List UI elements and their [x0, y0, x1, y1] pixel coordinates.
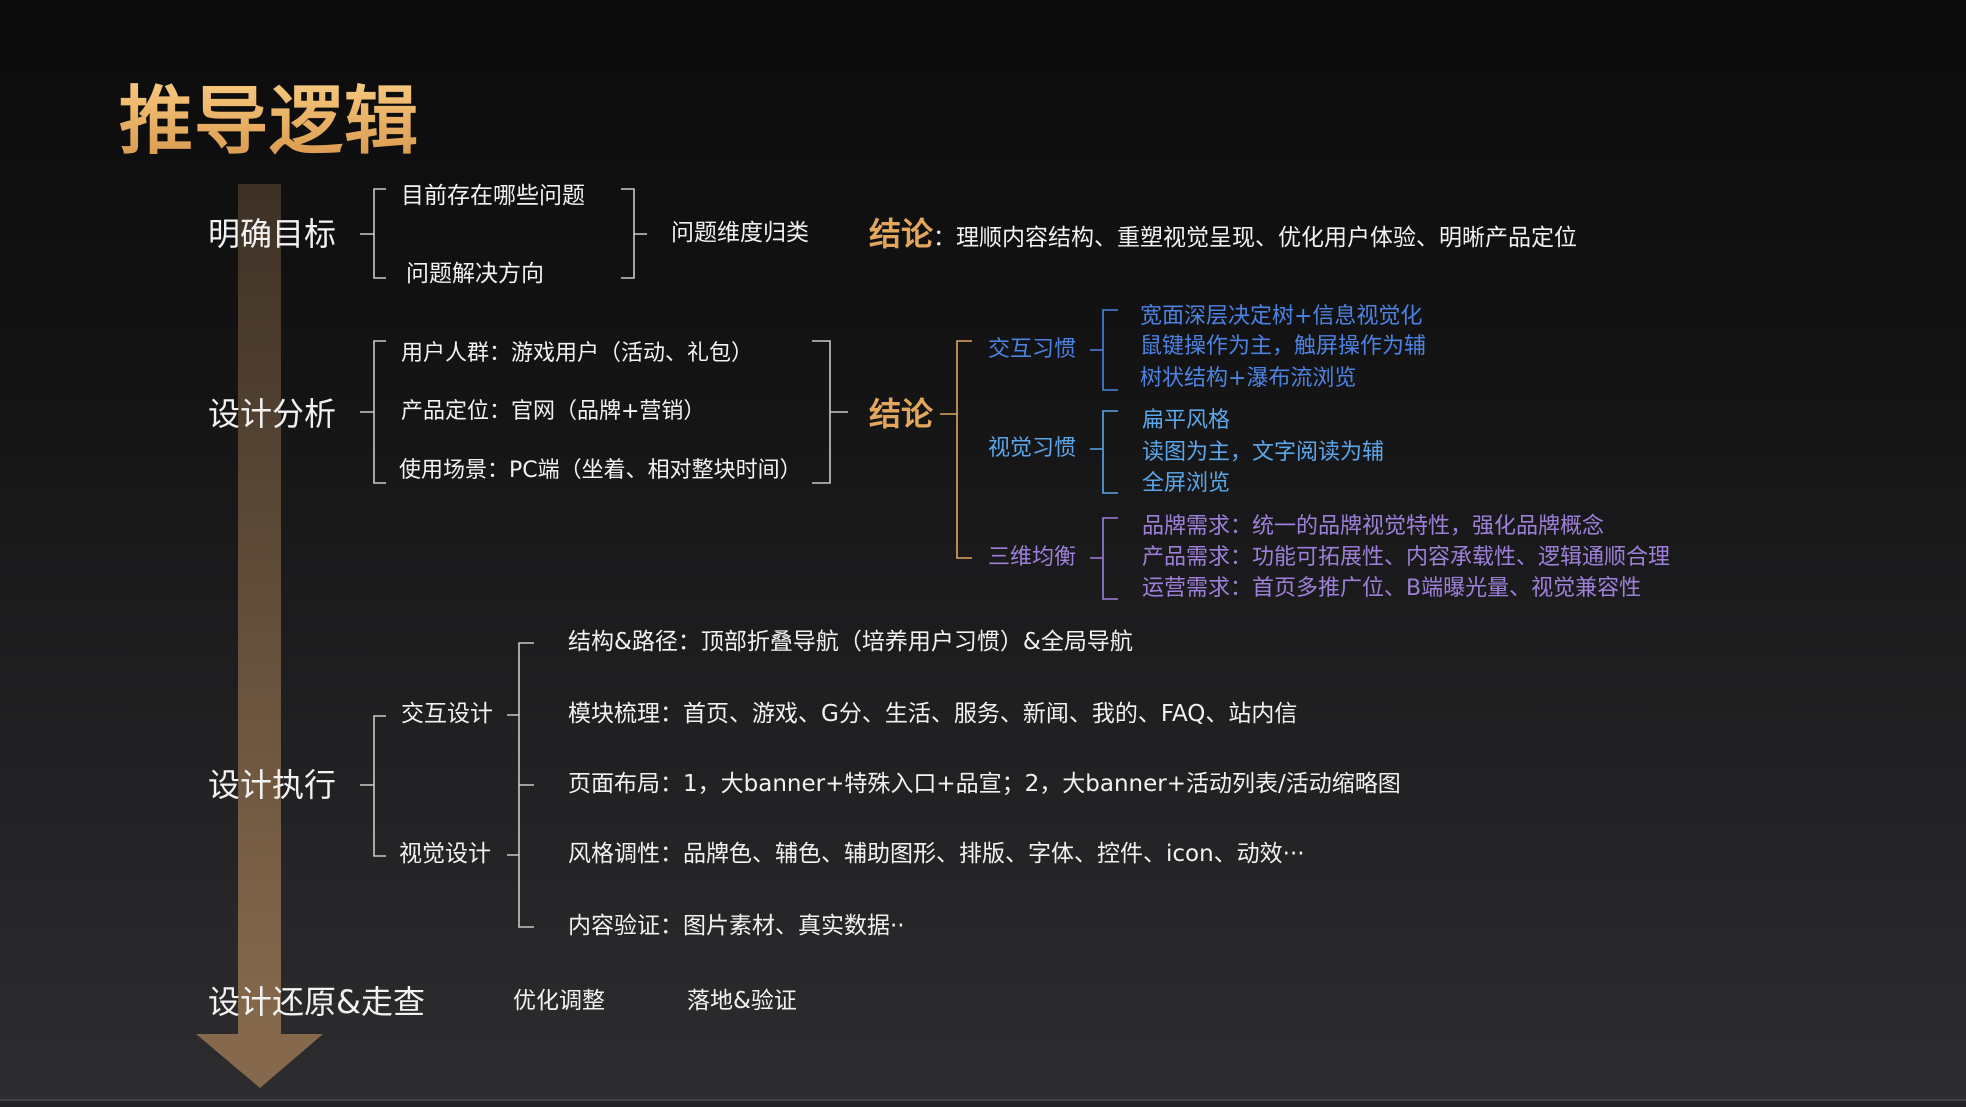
execution-item-module-sorting: 模块梳理：首页、游戏、G分、生活、服务、新闻、我的、FAQ、站内信 [568, 701, 1298, 728]
execution-item-content-validation: 内容验证：图片素材、真实数据·· [568, 913, 905, 940]
goal-right-bracket [621, 188, 647, 279]
flow-arrow-shaft [238, 184, 281, 1034]
step-heading-restore-review: 设计还原&走查 [208, 982, 425, 1021]
interaction-habit-bracket [1090, 309, 1118, 391]
analysis-factor-user-group: 用户人群：游戏用户（活动、礼包） [401, 340, 754, 366]
visual-habit-item: 扁平风格 [1142, 407, 1231, 433]
slide: 推导逻辑 明确目标 目前存在哪些问题 问题解决方向 问题维度归类 结论：理顺内容… [0, 0, 1966, 1107]
interaction-habit-item: 鼠键操作为主，触屏操作为辅 [1140, 333, 1427, 359]
goal-conclusion-text: 理顺内容结构、重塑视觉呈现、优化用户体验、明晰产品定位 [956, 224, 1578, 251]
goal-question-current-problems: 目前存在哪些问题 [401, 183, 585, 210]
step-heading-design-analysis: 设计分析 [208, 394, 337, 433]
execution-item-structure-path: 结构&路径：顶部折叠导航（培养用户习惯）&全局导航 [568, 629, 1133, 656]
three-dimension-bracket [1090, 517, 1118, 600]
execution-left-bracket [360, 715, 386, 857]
visual-habit-bracket [1090, 410, 1118, 494]
analysis-factor-product-position: 产品定位：官网（品牌+营销） [401, 398, 706, 424]
goal-conclusion: 结论：理顺内容结构、重塑视觉呈现、优化用户体验、明晰产品定位 [869, 215, 1577, 253]
flow-arrow-head [196, 1034, 323, 1088]
visual-habit-item: 读图为主，文字阅读为辅 [1142, 439, 1385, 465]
review-step-optimize: 优化调整 [513, 988, 605, 1015]
bottom-edge-strip [0, 1101, 1966, 1107]
group-label-interaction-habit: 交互习惯 [988, 336, 1077, 362]
execution-item-style-tone: 风格调性：品牌色、辅色、辅助图形、排版、字体、控件、icon、动效··· [568, 841, 1305, 868]
balance-item-operation-needs: 运营需求：首页多推广位、B端曝光量、视觉兼容性 [1142, 575, 1642, 601]
analysis-factor-usage-scenario: 使用场景：PC端（坐着、相对整块时间） [399, 457, 802, 483]
step-heading-design-execution: 设计执行 [208, 765, 337, 804]
interaction-habit-item: 宽面深层决定树+信息视觉化 [1140, 303, 1423, 329]
goal-classification: 问题维度归类 [671, 220, 809, 247]
execution-branch-visual-design: 视觉设计 [399, 841, 491, 868]
balance-item-product-needs: 产品需求：功能可拓展性、内容承载性、逻辑通顺合理 [1142, 544, 1671, 570]
goal-conclusion-label: 结论 [869, 214, 934, 253]
analysis-conclusion-bracket [940, 340, 972, 559]
analysis-conclusion-label: 结论 [869, 394, 934, 433]
execution-branch-interaction-design: 交互设计 [401, 701, 493, 728]
balance-item-brand-needs: 品牌需求：统一的品牌视觉特性，强化品牌概念 [1142, 513, 1605, 539]
visual-habit-item: 全屏浏览 [1142, 470, 1231, 496]
execution-items-bracket [507, 642, 534, 928]
interaction-habit-item: 树状结构+瀑布流浏览 [1140, 365, 1357, 391]
step-heading-clarify-goal: 明确目标 [208, 214, 337, 253]
goal-question-solution-direction: 问题解决方向 [406, 261, 544, 288]
goal-left-bracket [360, 188, 386, 279]
goal-conclusion-separator: ： [933, 224, 957, 251]
analysis-right-bracket [812, 340, 848, 484]
group-label-visual-habit: 视觉习惯 [988, 435, 1077, 461]
analysis-left-bracket [360, 340, 386, 484]
review-step-launch-verify: 落地&验证 [687, 988, 797, 1015]
slide-title: 推导逻辑 [119, 78, 419, 165]
execution-item-page-layout: 页面布局：1，大banner+特殊入口+品宣；2，大banner+活动列表/活动… [568, 771, 1401, 798]
group-label-three-dimension-balance: 三维均衡 [988, 544, 1077, 570]
